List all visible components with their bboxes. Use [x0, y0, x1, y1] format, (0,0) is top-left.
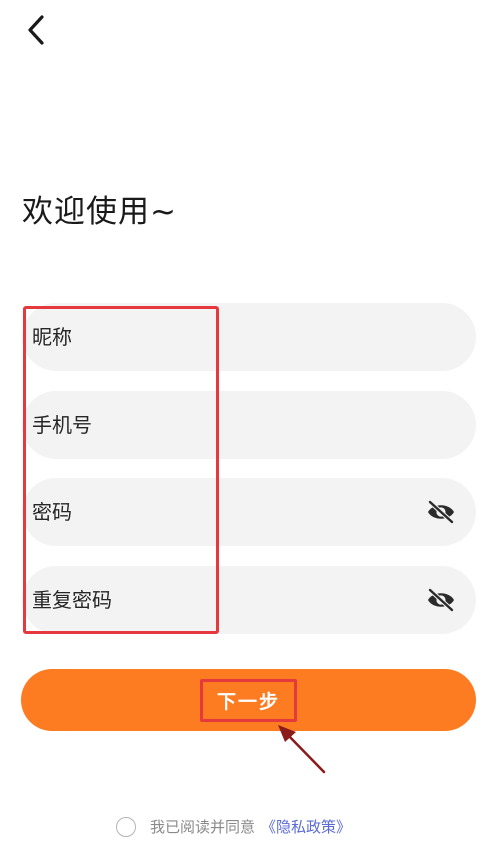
password-input[interactable]: [32, 492, 412, 532]
next-step-label: 下一步: [199, 678, 297, 722]
nickname-field-container: [22, 303, 476, 371]
privacy-policy-link[interactable]: 《隐私政策》: [261, 816, 351, 837]
agreement-row: 我已阅读并同意 《隐私政策》: [116, 816, 351, 837]
next-step-button[interactable]: 下一步: [21, 669, 476, 731]
annotation-arrow: [278, 725, 326, 774]
back-button[interactable]: [22, 12, 54, 48]
agreement-text: 我已阅读并同意: [150, 818, 256, 836]
phone-input[interactable]: [32, 405, 412, 445]
confirm-password-field-container: [22, 566, 476, 634]
eye-off-icon: [428, 500, 454, 524]
register-page: 欢迎使用~ 昵称 手机号 下一步 我已阅读并同意 《隐私政策》: [0, 0, 490, 868]
chevron-left-icon: [28, 15, 44, 45]
confirm-password-visibility-toggle[interactable]: [426, 588, 456, 612]
eye-off-icon: [428, 588, 454, 612]
page-title: 欢迎使用~: [22, 194, 177, 230]
password-visibility-toggle[interactable]: [426, 500, 456, 524]
agreement-checkbox[interactable]: [116, 816, 136, 837]
password-field-container: [22, 478, 476, 546]
confirm-password-input[interactable]: [32, 580, 412, 620]
phone-field-container: [22, 391, 476, 459]
nickname-input[interactable]: [32, 317, 412, 357]
